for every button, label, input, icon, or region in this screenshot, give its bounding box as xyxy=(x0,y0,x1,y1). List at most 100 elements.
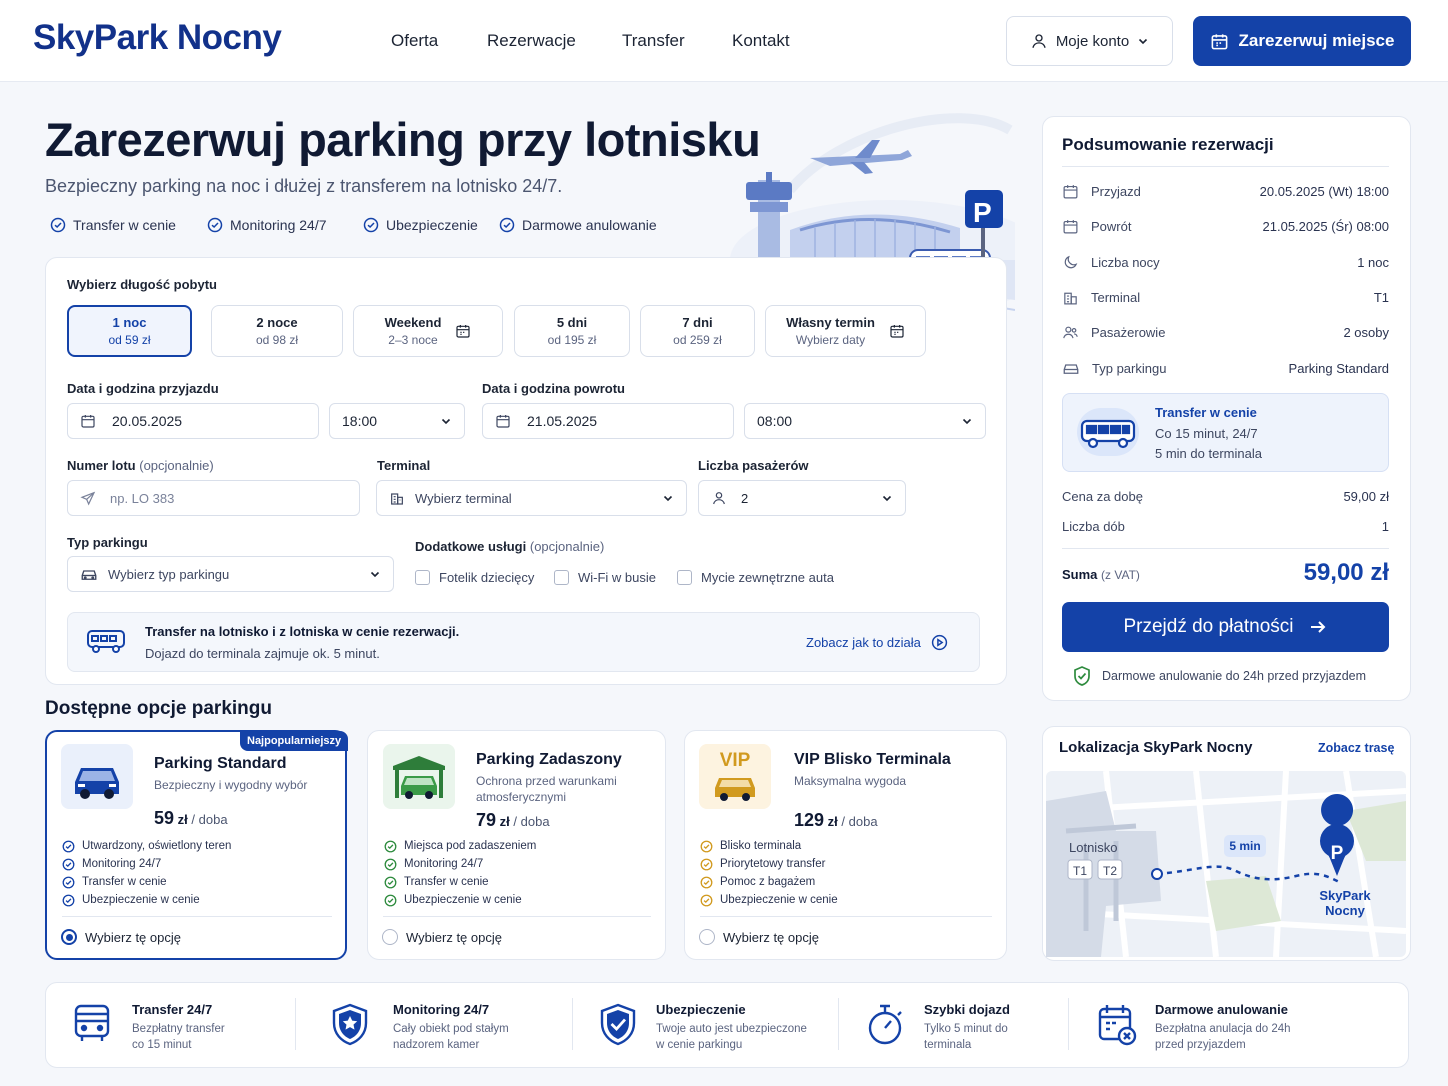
building-icon xyxy=(391,493,403,505)
page-subtitle: Bezpieczny parking na noc i dłużej z tra… xyxy=(45,176,563,196)
arrival-date-input[interactable]: 20.05.2025 xyxy=(67,403,319,439)
play-circle-icon xyxy=(931,634,948,651)
check-circle-icon xyxy=(363,217,379,233)
option-price: 79 zł / doba xyxy=(476,810,550,830)
arrival-time-select[interactable]: 18:00 xyxy=(329,403,465,439)
terminal-label: Terminal xyxy=(377,458,431,473)
check-circle-icon xyxy=(62,858,75,870)
parking-type-select[interactable]: Wybierz typ parkingu xyxy=(67,556,394,592)
nav-transfer[interactable]: Transfer xyxy=(622,31,685,51)
car-icon xyxy=(75,768,119,799)
map-travel-time: 5 min xyxy=(1229,839,1261,853)
passengers-select[interactable]: 2 xyxy=(698,480,906,516)
nav-oferta[interactable]: Oferta xyxy=(391,31,438,51)
logo[interactable]: SkyPark Nocny xyxy=(33,18,282,58)
stay-option-2-nights[interactable]: 2 noce od 98 zł xyxy=(211,305,343,357)
select-option-vip-radio[interactable]: Wybierz tę opcję xyxy=(699,929,819,945)
stay-option-5-days[interactable]: 5 dni od 195 zł xyxy=(514,305,630,357)
benefit-monitoring: Monitoring 24/7 Cały obiekt pod stałym na… xyxy=(393,1002,509,1051)
summary-row-passengers: Pasażerowie 2 osoby xyxy=(1062,322,1389,342)
moon-icon xyxy=(1064,255,1078,268)
divider xyxy=(700,916,992,917)
check-circle-icon xyxy=(62,876,75,888)
calendar-icon xyxy=(1211,33,1227,49)
summary-row-arrival: Przyjazd 20.05.2025 (Wt) 18:00 xyxy=(1062,181,1389,201)
feature-insurance: Ubezpieczenie xyxy=(363,217,478,233)
stay-option-1-night[interactable]: 1 noc od 59 zł xyxy=(67,305,192,357)
account-menu-button[interactable]: Moje konto xyxy=(1006,16,1173,66)
vip-car-icon xyxy=(715,778,755,801)
check-circle-icon xyxy=(62,894,75,906)
how-it-works-link[interactable]: Zobacz jak to działa xyxy=(806,634,948,651)
go-to-payment-button[interactable]: Przejdź do płatności xyxy=(1062,602,1389,652)
option-title: Parking Zadaszony xyxy=(476,751,622,768)
calendar-icon xyxy=(890,325,904,338)
divider xyxy=(572,998,573,1050)
check-circle-icon xyxy=(50,217,66,233)
bus-icon-tile xyxy=(1077,408,1139,456)
covered-car-icon xyxy=(393,756,445,799)
nav-rezerwacje[interactable]: Rezerwacje xyxy=(487,31,576,51)
reserve-spot-button[interactable]: Zarezerwuj miejsce xyxy=(1193,16,1411,66)
arrow-right-icon xyxy=(1310,621,1325,633)
extra-wifi-checkbox[interactable]: Wi-Fi w busie xyxy=(554,570,656,585)
calendar-x-icon xyxy=(1098,1005,1137,1046)
parking-sign: P xyxy=(973,197,992,228)
chevron-down-icon xyxy=(882,495,892,502)
user-icon xyxy=(713,492,725,505)
extra-child-seat-checkbox[interactable]: Fotelik dziecięcy xyxy=(415,570,534,585)
popular-badge: Najpopularniejszy xyxy=(240,731,349,751)
user-icon xyxy=(1032,34,1046,48)
check-circle-icon xyxy=(499,217,515,233)
check-circle-icon xyxy=(700,876,713,888)
summary-price-per-day: Cena za dobę 59,00 zł xyxy=(1062,488,1389,504)
nav-kontakt[interactable]: Kontakt xyxy=(732,31,790,51)
flight-number-input[interactable]: np. LO 383 xyxy=(67,480,360,516)
chevron-down-icon xyxy=(441,418,451,425)
check-circle-icon xyxy=(700,894,713,906)
calendar-icon xyxy=(81,415,95,428)
summary-transfer-title: Transfer w cenie xyxy=(1155,405,1257,420)
shield-check-icon xyxy=(1074,666,1090,686)
shield-check-icon xyxy=(600,1003,636,1046)
divider xyxy=(383,916,651,917)
divider xyxy=(1068,998,1069,1050)
return-date-input[interactable]: 21.05.2025 xyxy=(482,403,734,439)
benefit-free-cancel: Darmowe anulowanie Bezpłatna anulacja do… xyxy=(1155,1002,1291,1051)
map-airport-label: Lotnisko xyxy=(1069,840,1118,855)
users-icon xyxy=(1063,326,1078,338)
summary-title: Podsumowanie rezerwacji xyxy=(1062,135,1274,154)
stay-option-weekend[interactable]: Weekend 2–3 noce xyxy=(353,305,503,357)
extras-label: Dodatkowe usługi (opcjonalnie) xyxy=(415,539,605,554)
calendar-icon xyxy=(456,325,471,338)
chevron-down-icon xyxy=(1139,38,1148,45)
minibus-icon xyxy=(87,630,125,653)
benefit-transfer: Transfer 24/7 Bezpłatny transfer co 15 mi… xyxy=(132,1002,225,1051)
show-route-link[interactable]: Zobacz trasę xyxy=(1318,741,1394,755)
divider xyxy=(62,916,332,917)
option-title: VIP Blisko Terminala xyxy=(794,751,951,768)
summary-transfer-line1: Co 15 minut, 24/7 xyxy=(1155,426,1258,441)
stay-option-7-days[interactable]: 7 dni od 259 zł xyxy=(640,305,755,357)
summary-row-parking-type: Typ parkingu Parking Standard xyxy=(1062,358,1389,378)
option-features: Miejsca pod zadaszeniem Monitoring 24/7 … xyxy=(384,837,536,909)
select-option-covered-radio[interactable]: Wybierz tę opcję xyxy=(382,929,502,945)
divider xyxy=(1062,548,1389,549)
calendar-icon xyxy=(1063,219,1078,233)
divider xyxy=(838,998,839,1050)
check-circle-icon xyxy=(700,840,713,852)
stopwatch-icon xyxy=(868,1004,902,1045)
covered-car-icon-tile xyxy=(383,744,455,809)
parking-type-label: Typ parkingu xyxy=(67,535,148,550)
extra-car-wash-checkbox[interactable]: Mycie zewnętrzne auta xyxy=(677,570,834,585)
return-time-select[interactable]: 08:00 xyxy=(744,403,986,439)
check-circle-icon xyxy=(384,840,397,852)
terminal-select[interactable]: Wybierz terminal xyxy=(376,480,687,516)
chevron-down-icon xyxy=(663,495,673,502)
stay-option-custom[interactable]: Własny termin Wybierz daty xyxy=(765,305,926,357)
map-place-label: SkyPark Nocny xyxy=(1319,888,1371,918)
reserve-spot-label: Zarezerwuj miejsce xyxy=(1238,31,1395,50)
summary-transfer-line2: 5 min do terminala xyxy=(1155,446,1262,461)
benefit-insurance: Ubezpieczenie Twoje auto jest ubezpieczo… xyxy=(656,1002,807,1051)
select-option-standard-radio[interactable]: Wybierz tę opcję xyxy=(61,929,181,945)
